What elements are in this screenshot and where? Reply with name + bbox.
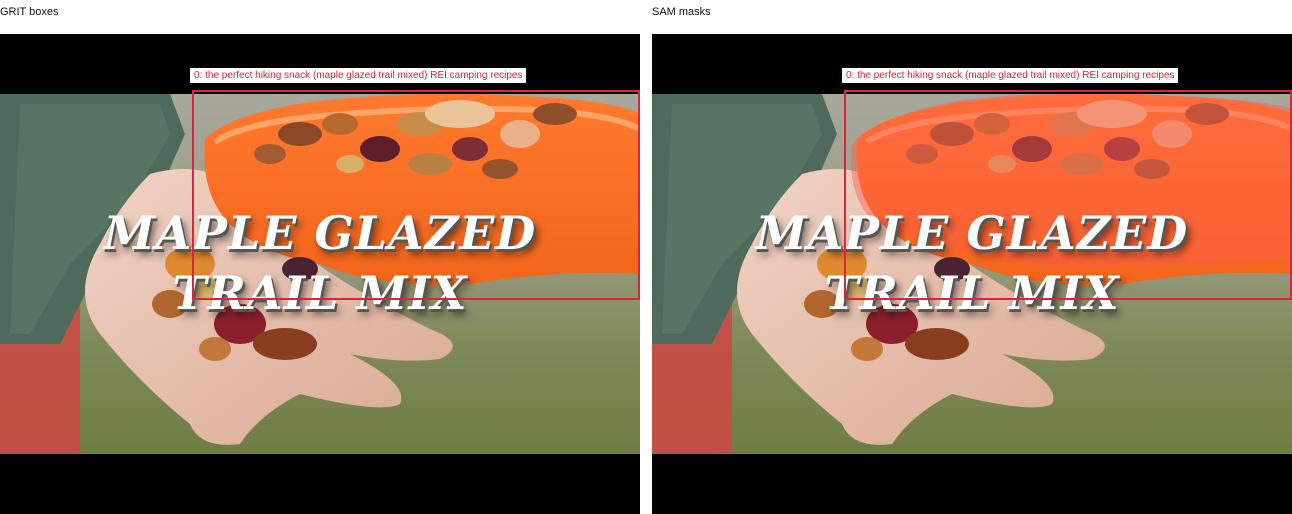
panel-title: GRIT boxes: [0, 6, 59, 18]
detection-label: 0: the perfect hiking snack (maple glaze…: [842, 68, 1179, 83]
detection-box: [192, 90, 640, 300]
detection-box: [844, 90, 1292, 300]
grit-boxes-panel: GRIT boxes MAPLE GLAZED TRAIL MIX 0: the…: [0, 0, 640, 514]
panel-title: SAM masks: [652, 6, 711, 18]
sam-masks-panel: SAM masks MAPLE GLAZED TRAIL MIX 0: the …: [652, 0, 1292, 514]
detection-label: 0: the perfect hiking snack (maple glaze…: [190, 68, 527, 83]
